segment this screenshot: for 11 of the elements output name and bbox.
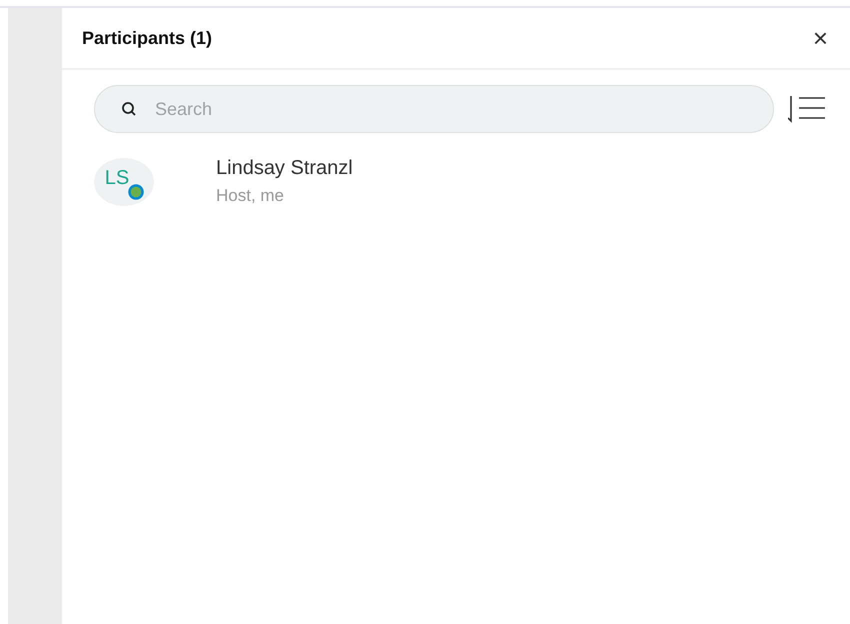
panel-title: Participants (1) [82,28,212,48]
search-icon [121,101,137,117]
avatar-initials: LS [104,167,130,190]
status-icon [128,184,144,200]
search-input[interactable]: Search [153,98,753,120]
participant-name: Lindsay Stranzl [216,157,353,180]
search-field[interactable]: Search [94,85,774,133]
participant-role: Host, me [216,186,286,206]
sort-button[interactable] [788,93,826,125]
sort-icon [788,93,826,125]
close-button[interactable]: × [808,25,832,51]
